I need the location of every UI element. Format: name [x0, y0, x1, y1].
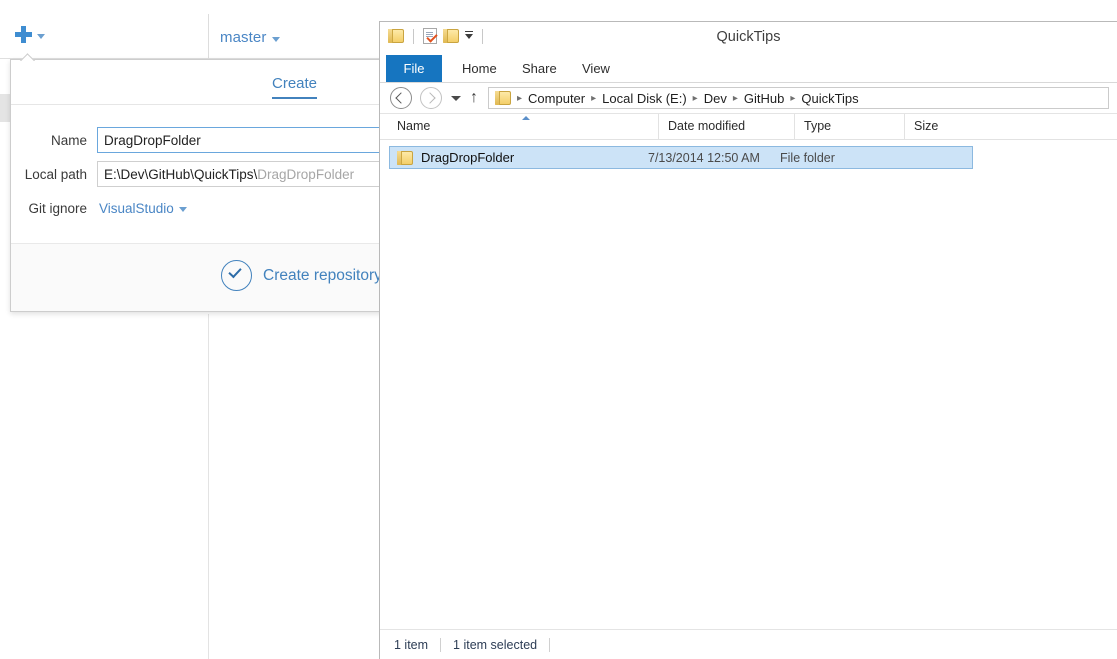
chevron-down-icon	[178, 207, 187, 212]
breadcrumb-quicktips[interactable]: QuickTips	[801, 91, 858, 106]
address-bar[interactable]: ▸ Computer ▸ Local Disk (E:) ▸ Dev ▸ Git…	[488, 87, 1109, 109]
window-title: QuickTips	[716, 29, 781, 45]
file-explorer-window: QuickTips File Home Share View ↑ ▸ Compu…	[379, 21, 1117, 659]
row-date-modified-cell: 7/13/2014 12:50 AM	[648, 150, 760, 165]
field-row-name: Name DragDropFolder	[11, 127, 379, 153]
local-path-input[interactable]: E:\Dev\GitHub\QuickTips\ DragDropFolder	[97, 161, 379, 187]
local-path-value-suffix: DragDropFolder	[257, 166, 355, 182]
column-header-name[interactable]: Name	[380, 114, 658, 139]
popover-tabs: Create	[11, 60, 379, 105]
row-name-cell: DragDropFolder	[390, 150, 648, 165]
plus-icon	[15, 26, 32, 43]
breadcrumb-separator: ▸	[517, 92, 523, 104]
tab-create[interactable]: Create	[272, 75, 318, 99]
folder-icon	[495, 91, 511, 105]
breadcrumb-separator: ▸	[692, 92, 698, 104]
name-label: Name	[50, 132, 87, 148]
row-name-label: DragDropFolder	[421, 150, 515, 165]
status-bar: 1 item 1 item selected	[380, 629, 1117, 659]
local-path-value-base: E:\Dev\GitHub\QuickTips\	[104, 166, 258, 182]
github-for-windows-app: master Create Name DragDropFolder Local …	[0, 0, 379, 659]
folder-icon	[397, 150, 413, 165]
git-ignore-label: Git ignore	[28, 200, 87, 216]
navigation-bar: ↑ ▸ Computer ▸ Local Disk (E:) ▸ Dev ▸ G…	[380, 83, 1117, 114]
screen: master Create Name DragDropFolder Local …	[0, 0, 1117, 659]
check-circle-icon	[221, 260, 252, 291]
breadcrumb-github[interactable]: GitHub	[744, 91, 784, 106]
column-header-size[interactable]: Size	[904, 114, 976, 139]
popover-footer: Create repository	[11, 243, 379, 311]
git-ignore-dropdown[interactable]: VisualStudio	[97, 201, 187, 216]
sort-ascending-icon	[522, 116, 530, 120]
add-repository-button[interactable]	[15, 26, 45, 43]
breadcrumb-separator: ▸	[591, 92, 597, 104]
create-repository-label: Create repository	[263, 266, 379, 284]
branch-selector[interactable]: master	[220, 29, 281, 46]
up-one-level-button[interactable]: ↑	[470, 90, 478, 106]
back-button[interactable]	[390, 87, 412, 109]
breadcrumb-separator: ▸	[790, 92, 796, 104]
chevron-down-icon	[37, 33, 45, 39]
create-repository-button[interactable]: Create repository	[221, 260, 379, 291]
tab-share[interactable]: Share	[510, 55, 569, 82]
git-ignore-selected-value: VisualStudio	[99, 200, 174, 216]
forward-button[interactable]	[420, 87, 442, 109]
breadcrumb-separator: ▸	[732, 92, 738, 104]
row-type-cell: File folder	[780, 150, 835, 165]
tab-home[interactable]: Home	[450, 55, 509, 82]
file-list: DragDropFolder 7/13/2014 12:50 AM File f…	[380, 140, 1117, 589]
github-top-bar: master	[0, 0, 379, 59]
column-header-type[interactable]: Type	[794, 114, 904, 139]
arrow-right-icon	[423, 91, 436, 104]
recent-locations-button[interactable]	[451, 95, 461, 101]
popover-arrow	[19, 52, 35, 61]
table-row[interactable]: DragDropFolder 7/13/2014 12:50 AM File f…	[389, 146, 973, 169]
branch-name-label: master	[220, 29, 267, 46]
local-path-label: Local path	[24, 166, 87, 182]
name-input-value: DragDropFolder	[104, 132, 201, 148]
tab-file[interactable]: File	[386, 55, 442, 82]
column-header-date-modified[interactable]: Date modified	[658, 114, 794, 139]
ribbon-tab-bar: File Home Share View	[380, 55, 1117, 83]
arrow-left-icon	[394, 91, 407, 104]
chevron-down-icon	[272, 37, 281, 42]
create-repository-popover: Create Name DragDropFolder Local path E:…	[10, 59, 379, 312]
field-row-git-ignore: Git ignore VisualStudio	[11, 195, 379, 221]
breadcrumb-local-disk[interactable]: Local Disk (E:)	[602, 91, 687, 106]
explorer-title-bar: QuickTips	[380, 22, 1117, 55]
status-item-count: 1 item	[394, 637, 429, 652]
status-selection: 1 item selected	[453, 637, 538, 652]
field-row-local-path: Local path E:\Dev\GitHub\QuickTips\ DragD…	[11, 161, 379, 187]
status-separator	[549, 637, 551, 652]
breadcrumb-dev[interactable]: Dev	[704, 91, 727, 106]
name-input[interactable]: DragDropFolder	[97, 127, 379, 153]
create-repository-form: Name DragDropFolder Local path E:\Dev\Gi…	[11, 105, 379, 266]
tab-view[interactable]: View	[570, 55, 622, 82]
column-header-row: Name Date modified Type Size	[380, 114, 1117, 140]
top-bar-divider	[208, 14, 209, 59]
content-divider	[208, 314, 209, 659]
breadcrumb-computer[interactable]: Computer	[528, 91, 585, 106]
